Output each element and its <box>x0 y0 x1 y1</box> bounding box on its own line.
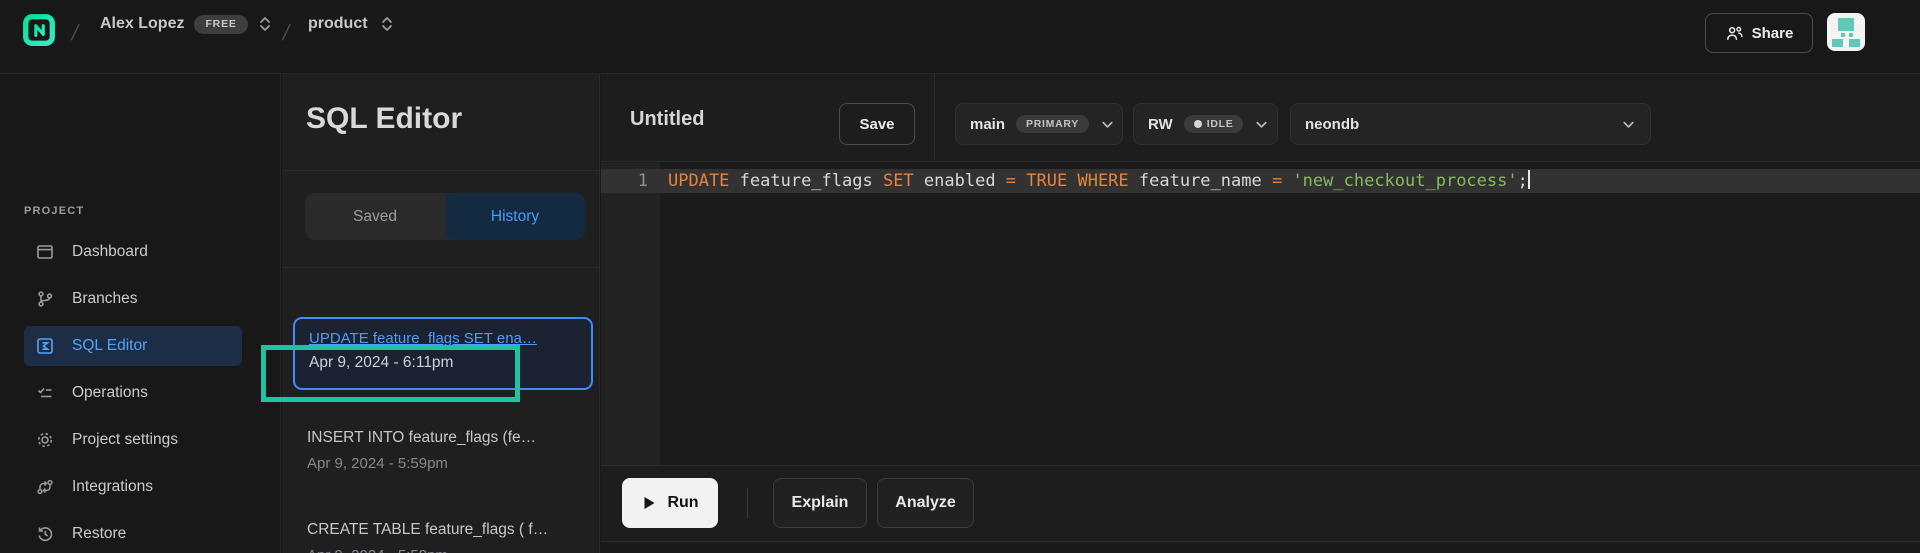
divider <box>282 170 599 171</box>
saved-history-tabs: Saved History <box>305 193 585 240</box>
history-query-link[interactable]: UPDATE feature_flags SET ena… <box>309 330 577 347</box>
section-label-project: PROJECT <box>24 205 84 217</box>
primary-badge: PRIMARY <box>1016 115 1089 134</box>
branch-value: main <box>970 116 1005 133</box>
branch-select[interactable]: main PRIMARY <box>955 103 1123 145</box>
sidebar-item-label: Dashboard <box>72 243 148 261</box>
people-icon <box>1725 24 1744 43</box>
compute-value: RW <box>1148 116 1173 133</box>
sort-chevrons-icon <box>258 15 272 33</box>
history-query: CREATE TABLE feature_flags ( f… <box>307 521 593 539</box>
sidebar-item-label: Project settings <box>72 431 178 449</box>
chevron-down-icon <box>1621 117 1636 132</box>
history-query: INSERT INTO feature_flags (fe… <box>307 429 593 447</box>
chevron-down-icon <box>1254 117 1269 132</box>
text-cursor <box>1528 170 1530 189</box>
top-bar: / Alex Lopez FREE / product Share <box>0 0 1920 74</box>
sidebar-item-sql-editor[interactable]: SQL Editor <box>24 326 242 366</box>
sidebar-item-label: Branches <box>72 290 137 308</box>
query-editor: Untitled Save main PRIMARY RW IDLE <box>601 74 1920 553</box>
identicon <box>1827 13 1865 51</box>
idle-label: IDLE <box>1207 119 1234 130</box>
editor-action-bar: Run Explain Analyze <box>601 465 1920 542</box>
chevron-down-icon <box>1100 117 1115 132</box>
sql-code-editor[interactable]: 1 UPDATE feature_flags SET enabled = TRU… <box>601 163 1920 465</box>
operations-icon <box>34 382 56 404</box>
gear-icon <box>34 429 56 451</box>
neon-logo-icon[interactable] <box>23 13 55 47</box>
divider <box>934 74 935 162</box>
explain-button[interactable]: Explain <box>773 478 867 528</box>
run-label: Run <box>667 494 698 512</box>
plan-badge: FREE <box>194 15 247 34</box>
tab-saved[interactable]: Saved <box>305 193 445 240</box>
database-value: neondb <box>1305 116 1359 133</box>
dashboard-icon <box>34 241 56 263</box>
sidebar-item-dashboard[interactable]: Dashboard <box>24 232 242 272</box>
run-button[interactable]: Run <box>622 478 718 528</box>
line-number: 1 <box>601 169 648 193</box>
sidebar-item-label: Operations <box>72 384 148 402</box>
sidebar-item-integrations[interactable]: Integrations <box>24 467 242 507</box>
org-switcher[interactable]: Alex Lopez FREE <box>100 15 272 34</box>
sidebar-item-branches[interactable]: Branches <box>24 279 242 319</box>
tab-history[interactable]: History <box>445 193 585 240</box>
project-name: product <box>308 15 368 33</box>
branches-icon <box>34 288 56 310</box>
sidebar-item-operations[interactable]: Operations <box>24 373 242 413</box>
status-dot-icon <box>1194 120 1202 128</box>
org-name: Alex Lopez <box>100 15 184 33</box>
save-button[interactable]: Save <box>839 103 915 145</box>
breadcrumb-separator: / <box>69 20 81 46</box>
sidebar-item-label: SQL Editor <box>72 337 147 355</box>
query-title: Untitled <box>630 108 704 131</box>
share-button[interactable]: Share <box>1705 13 1813 53</box>
integrations-icon <box>34 476 56 498</box>
divider <box>747 488 748 518</box>
history-item[interactable]: INSERT INTO feature_flags (fe… Apr 9, 20… <box>307 429 593 472</box>
user-avatar[interactable] <box>1827 13 1865 51</box>
history-item-selected[interactable]: UPDATE feature_flags SET ena… Apr 9, 202… <box>293 317 593 390</box>
play-icon <box>641 495 657 511</box>
compute-select[interactable]: RW IDLE <box>1133 103 1278 145</box>
history-timestamp: Apr 9, 2024 - 6:11pm <box>309 354 577 372</box>
editor-header: Untitled Save main PRIMARY RW IDLE <box>601 74 1920 162</box>
code-text: UPDATE feature_flags SET enabled = TRUE … <box>668 169 1530 193</box>
breadcrumb-separator: / <box>280 20 292 46</box>
sidebar-item-project-settings[interactable]: Project settings <box>24 420 242 460</box>
sidebar-item-label: Restore <box>72 525 126 543</box>
sql-editor-icon <box>34 335 56 357</box>
code-line-1: 1 UPDATE feature_flags SET enabled = TRU… <box>601 169 1920 193</box>
sql-editor-panel: SQL Editor Saved History UPDATE feature_… <box>282 74 600 553</box>
database-select[interactable]: neondb <box>1290 103 1651 145</box>
panel-title: SQL Editor <box>306 102 462 136</box>
neon-console-window: / Alex Lopez FREE / product Share <box>0 0 1920 553</box>
sidebar-item-label: Integrations <box>72 478 153 496</box>
sidebar-item-restore[interactable]: Restore <box>24 514 242 553</box>
history-timestamp: Apr 9, 2024 - 5:59pm <box>307 455 593 472</box>
results-pane-edge <box>601 543 1920 553</box>
divider <box>282 267 599 268</box>
sidebar: PROJECT Dashboard Branches SQL Editor <box>0 74 281 553</box>
project-switcher[interactable]: product <box>308 15 394 33</box>
history-timestamp: Apr 9, 2024 - 5:58pm <box>307 547 593 553</box>
analyze-button[interactable]: Analyze <box>877 478 974 528</box>
restore-clock-icon <box>34 523 56 545</box>
share-label: Share <box>1752 25 1794 42</box>
history-item[interactable]: CREATE TABLE feature_flags ( f… Apr 9, 2… <box>307 521 593 553</box>
idle-status-badge: IDLE <box>1184 115 1244 134</box>
sort-chevrons-icon <box>380 15 394 33</box>
